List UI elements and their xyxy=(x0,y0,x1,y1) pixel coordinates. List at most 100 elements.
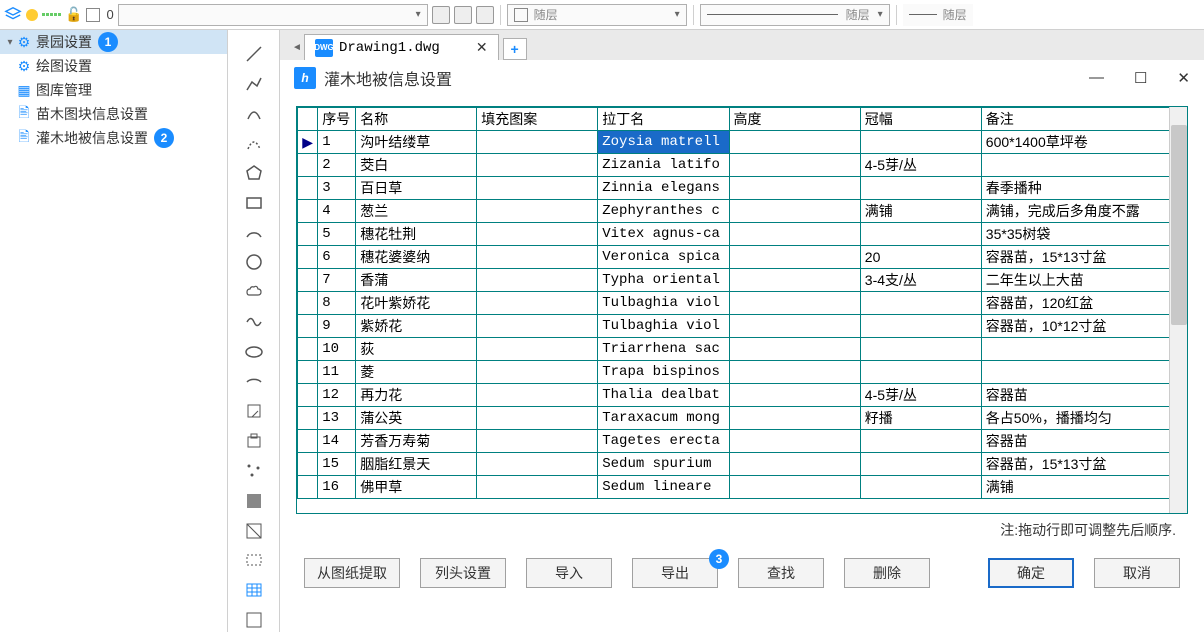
cell-note[interactable]: 满铺 xyxy=(981,476,1186,499)
cell-note[interactable]: 35*35树袋 xyxy=(981,223,1186,246)
cell-name[interactable]: 穗花婆婆纳 xyxy=(356,246,477,269)
polygon-tool[interactable] xyxy=(242,161,266,185)
cell-fill[interactable] xyxy=(477,154,598,177)
col-note[interactable]: 备注 xyxy=(981,108,1186,131)
col-fill[interactable]: 填充图案 xyxy=(477,108,598,131)
arc-dashed-tool[interactable] xyxy=(242,131,266,155)
cell-note[interactable]: 容器苗 xyxy=(981,384,1186,407)
cell-name[interactable]: 芳香万寿菊 xyxy=(356,430,477,453)
cell-index[interactable]: 3 xyxy=(318,177,356,200)
block-tool[interactable] xyxy=(242,429,266,453)
cell-height[interactable] xyxy=(729,407,860,430)
cell-index[interactable]: 14 xyxy=(318,430,356,453)
table-row[interactable]: 11菱Trapa bispinos xyxy=(298,361,1187,384)
print-icon-3[interactable] xyxy=(476,6,494,24)
lock-icon[interactable]: 🔓 xyxy=(65,6,82,23)
lineweight-dropdown[interactable]: 随层 xyxy=(903,4,973,26)
table-row[interactable]: 6穗花婆婆纳Veronica spica20容器苗，15*13寸盆 xyxy=(298,246,1187,269)
cell-latin[interactable]: Zoysia matrell xyxy=(598,131,729,154)
cell-crown[interactable] xyxy=(860,430,981,453)
cell-note[interactable]: 600*1400草坪卷 xyxy=(981,131,1186,154)
cell-name[interactable]: 蒲公英 xyxy=(356,407,477,430)
col-crown[interactable]: 冠幅 xyxy=(860,108,981,131)
cell-latin[interactable]: Sedum lineare xyxy=(598,476,729,499)
cell-latin[interactable]: Trapa bispinos xyxy=(598,361,729,384)
tree-item-landscape[interactable]: ▾ ⚙ 景园设置 1 xyxy=(0,30,227,54)
cell-index[interactable]: 8 xyxy=(318,292,356,315)
table-row[interactable]: 13蒲公英Taraxacum mong籽播各占50%，播播均匀 xyxy=(298,407,1187,430)
cell-height[interactable] xyxy=(729,269,860,292)
arc2-tool[interactable] xyxy=(242,221,266,245)
cell-fill[interactable] xyxy=(477,384,598,407)
cell-note[interactable] xyxy=(981,361,1186,384)
hatch-tool[interactable] xyxy=(242,489,266,513)
table-row[interactable]: 14芳香万寿菊Tagetes erecta容器苗 xyxy=(298,430,1187,453)
cell-height[interactable] xyxy=(729,131,860,154)
cell-latin[interactable]: Taraxacum mong xyxy=(598,407,729,430)
cell-name[interactable]: 沟叶结缕草 xyxy=(356,131,477,154)
tree-toggle-icon[interactable]: ▾ xyxy=(4,37,16,48)
cell-crown[interactable]: 20 xyxy=(860,246,981,269)
export-button[interactable]: 导出 3 xyxy=(632,558,718,588)
table-row[interactable]: 15胭脂红景天Sedum spurium容器苗，15*13寸盆 xyxy=(298,453,1187,476)
cell-index[interactable]: 2 xyxy=(318,154,356,177)
snap-icon[interactable] xyxy=(42,13,61,16)
cell-crown[interactable] xyxy=(860,476,981,499)
cell-latin[interactable]: Tagetes erecta xyxy=(598,430,729,453)
cell-fill[interactable] xyxy=(477,269,598,292)
region-tool[interactable] xyxy=(242,549,266,573)
cell-crown[interactable] xyxy=(860,177,981,200)
cell-index[interactable]: 16 xyxy=(318,476,356,499)
cell-index[interactable]: 9 xyxy=(318,315,356,338)
cell-note[interactable]: 容器苗，15*13寸盆 xyxy=(981,246,1186,269)
table-row[interactable]: 2茭白Zizania latifo4-5芽/丛 xyxy=(298,154,1187,177)
cell-fill[interactable] xyxy=(477,338,598,361)
table-row[interactable]: 12再力花Thalia dealbat4-5芽/丛容器苗 xyxy=(298,384,1187,407)
vertical-scrollbar[interactable] xyxy=(1169,107,1187,513)
table-row[interactable]: 10荻Triarrhena sac xyxy=(298,338,1187,361)
col-latin[interactable]: 拉丁名 xyxy=(598,108,729,131)
minimize-button[interactable]: — xyxy=(1089,69,1104,87)
cell-latin[interactable]: Zizania latifo xyxy=(598,154,729,177)
cell-height[interactable] xyxy=(729,223,860,246)
cell-note[interactable]: 各占50%，播播均匀 xyxy=(981,407,1186,430)
cell-latin[interactable]: Sedum spurium xyxy=(598,453,729,476)
cell-latin[interactable]: Tulbaghia viol xyxy=(598,292,729,315)
cell-name[interactable]: 紫娇花 xyxy=(356,315,477,338)
cell-note[interactable] xyxy=(981,154,1186,177)
cell-name[interactable]: 茭白 xyxy=(356,154,477,177)
cell-latin[interactable]: Veronica spica xyxy=(598,246,729,269)
layer-dropdown-1[interactable]: ▾ xyxy=(118,4,428,26)
cell-note[interactable] xyxy=(981,338,1186,361)
cell-crown[interactable] xyxy=(860,361,981,384)
delete-button[interactable]: 删除 xyxy=(844,558,930,588)
cell-height[interactable] xyxy=(729,200,860,223)
print-icon-2[interactable] xyxy=(454,6,472,24)
circle-tool[interactable] xyxy=(242,251,266,275)
cancel-button[interactable]: 取消 xyxy=(1094,558,1180,588)
more-tool[interactable] xyxy=(242,608,266,632)
cell-fill[interactable] xyxy=(477,453,598,476)
data-table[interactable]: 序号 名称 填充图案 拉丁名 高度 冠幅 备注 ▶1沟叶结缕草Zoysia ma… xyxy=(297,107,1187,499)
cell-crown[interactable]: 4-5芽/丛 xyxy=(860,384,981,407)
spline-tool[interactable] xyxy=(242,310,266,334)
tab-scroll-left[interactable]: ◄ xyxy=(290,34,304,60)
cell-latin[interactable]: Thalia dealbat xyxy=(598,384,729,407)
cell-note[interactable]: 容器苗，10*12寸盆 xyxy=(981,315,1186,338)
close-button[interactable]: ✕ xyxy=(1177,69,1190,87)
rectangle-tool[interactable] xyxy=(242,191,266,215)
cell-name[interactable]: 菱 xyxy=(356,361,477,384)
cell-crown[interactable]: 籽播 xyxy=(860,407,981,430)
tree-item-library[interactable]: ▦ 图库管理 xyxy=(0,78,227,102)
cell-index[interactable]: 7 xyxy=(318,269,356,292)
cell-fill[interactable] xyxy=(477,200,598,223)
linetype-dropdown[interactable]: 随层▾ xyxy=(700,4,890,26)
cell-name[interactable]: 百日草 xyxy=(356,177,477,200)
maximize-button[interactable]: ☐ xyxy=(1134,69,1147,87)
cell-fill[interactable] xyxy=(477,131,598,154)
cell-note[interactable]: 满铺，完成后多角度不露 xyxy=(981,200,1186,223)
cell-note[interactable]: 二年生以上大苗 xyxy=(981,269,1186,292)
table-tool[interactable] xyxy=(242,578,266,602)
cell-index[interactable]: 10 xyxy=(318,338,356,361)
table-row[interactable]: 9紫娇花Tulbaghia viol容器苗，10*12寸盆 xyxy=(298,315,1187,338)
